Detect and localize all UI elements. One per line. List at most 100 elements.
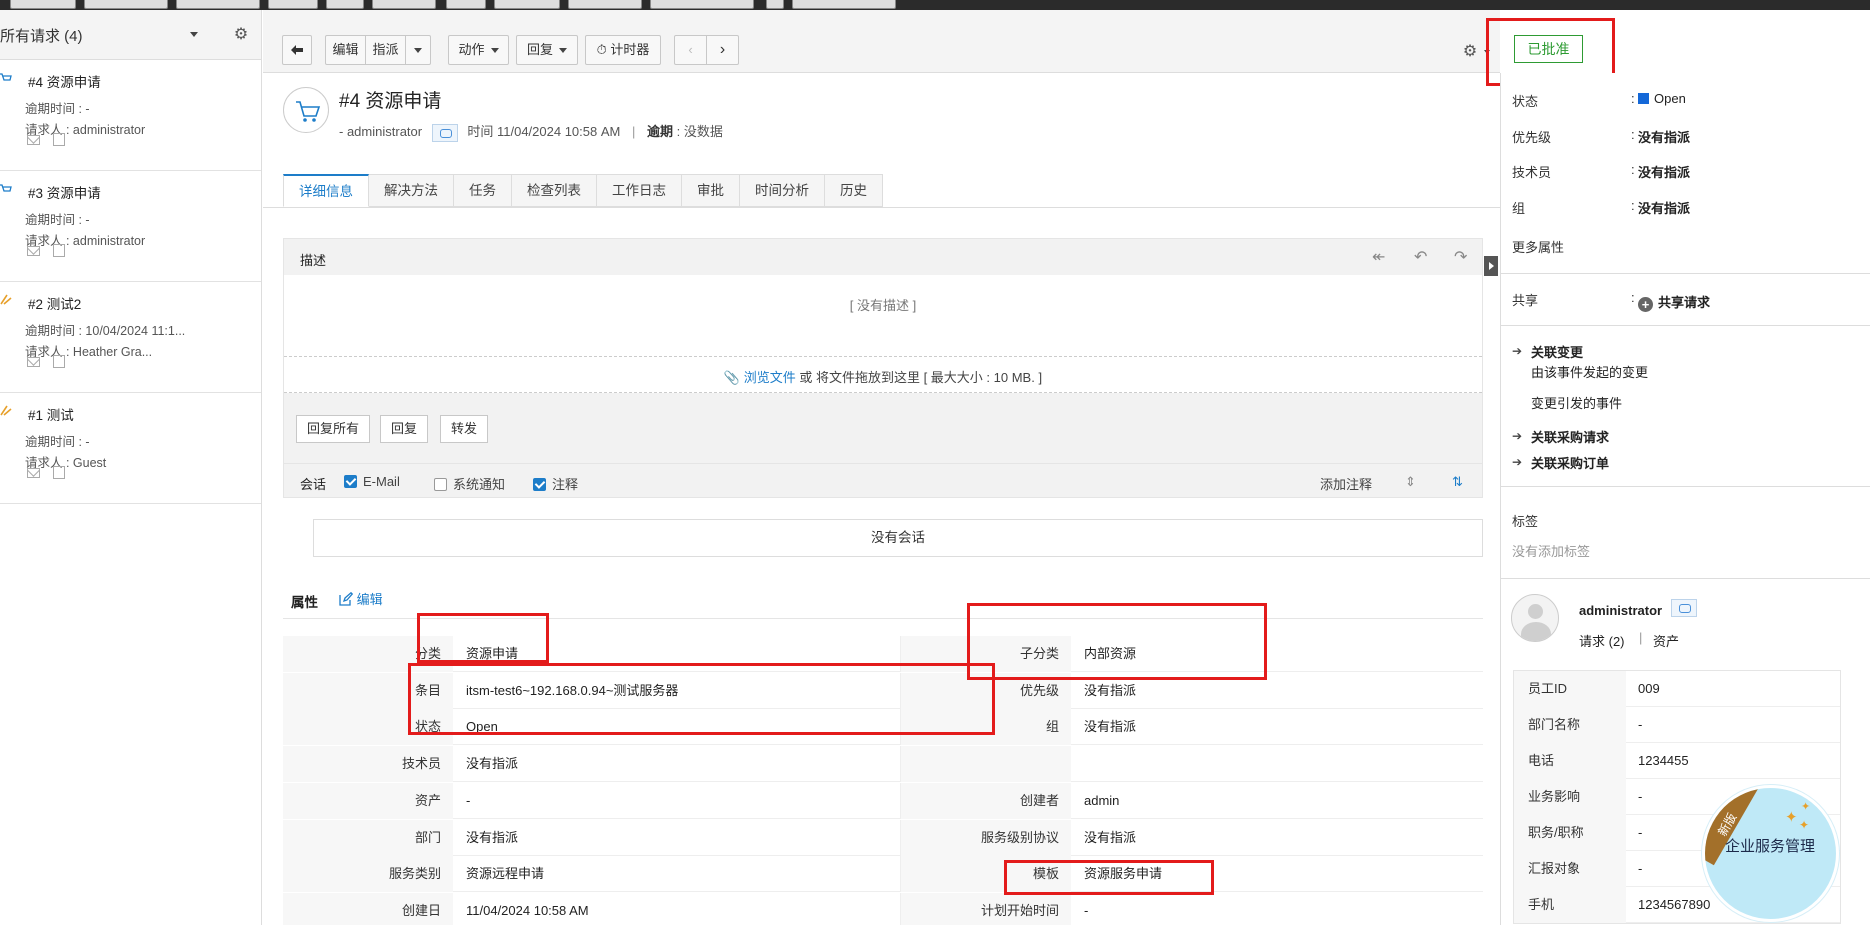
group-value[interactable]: 没有指派 [1638, 198, 1690, 217]
property-value[interactable]: 内部资源 [1084, 636, 1136, 672]
property-label: 服务级别协议 [901, 819, 1071, 856]
incident-from-change-link[interactable]: 变更引发的事件 [1531, 393, 1622, 412]
note-icon[interactable] [53, 133, 65, 146]
gear-icon[interactable]: ⚙ [233, 27, 249, 43]
attachment-dropzone[interactable]: 📎 浏览文件 或 将文件拖放到这里 [ 最大大小 : 10 MB. ] [284, 367, 1482, 386]
request-author[interactable]: administrator [347, 124, 422, 139]
request-list-title[interactable]: 所有请求 (4) [0, 25, 83, 46]
chat-icon[interactable] [431, 123, 458, 142]
property-value[interactable]: Open [466, 709, 498, 745]
browse-files-link[interactable]: 浏览文件 [744, 370, 796, 385]
mail-icon[interactable] [27, 468, 40, 478]
tab-checklist[interactable]: 检查列表 [512, 174, 597, 207]
mail-icon[interactable] [27, 246, 40, 256]
property-value[interactable]: 没有指派 [1084, 709, 1136, 745]
email-filter-checkbox[interactable]: E-Mail [344, 474, 400, 489]
edit-button[interactable]: 编辑 [325, 35, 366, 65]
property-value[interactable]: 没有指派 [466, 746, 518, 782]
chat-icon[interactable] [1671, 599, 1697, 617]
property-value[interactable]: 11/04/2024 10:58 AM [466, 893, 589, 925]
tab-approval[interactable]: 审批 [682, 174, 740, 207]
list-item[interactable]: #3 资源申请 逾期时间 : - 请求人 : administrator [0, 171, 261, 282]
note-filter-checkbox[interactable]: 注释 [533, 474, 578, 493]
assign-dropdown-button[interactable] [405, 35, 431, 65]
user-requests-link[interactable]: 请求 (2) [1579, 631, 1625, 650]
table-row: 电话 1234455 [1514, 743, 1840, 779]
linked-change-link[interactable]: 关联变更 [1531, 342, 1583, 361]
properties-edit-link[interactable]: 编辑 [339, 589, 383, 608]
mail-icon[interactable] [27, 357, 40, 367]
reply-button[interactable]: 回复 [380, 415, 429, 443]
system-notification-checkbox[interactable]: 系统通知 [434, 474, 505, 493]
user-assets-link[interactable]: 资产 [1653, 631, 1679, 650]
priority-value[interactable]: 没有指派 [1638, 127, 1690, 146]
action-label: 动作 [458, 42, 485, 57]
change-from-incident-link[interactable]: 由该事件发起的变更 [1531, 362, 1648, 381]
request-title[interactable]: #4 资源申请 [28, 71, 101, 91]
add-note-link[interactable]: 添加注释 [1320, 474, 1372, 493]
property-value[interactable]: - [466, 783, 470, 819]
action-menu-button[interactable]: 动作 [448, 35, 509, 65]
description-header: 描述 ↞ ↶ ↷ [284, 239, 1482, 275]
property-value[interactable]: - [1084, 893, 1088, 925]
tab-details[interactable]: 详细信息 [283, 174, 369, 207]
promo-badge[interactable]: 新版 ✦ ✦ ✦ 企业服务管理 [1702, 785, 1839, 922]
description-section: 描述 ↞ ↶ ↷ [ 没有描述 ] 📎 浏览文件 或 将文件拖放到这里 [ 最大… [283, 238, 1483, 471]
expand-collapse-icon[interactable]: ⇅ [1452, 474, 1463, 490]
property-label: 子分类 [901, 636, 1071, 672]
more-properties-link[interactable]: 更多属性 [1512, 237, 1564, 256]
panel-toggle-button[interactable] [1484, 256, 1498, 276]
status-value[interactable]: Open [1638, 91, 1686, 106]
request-title[interactable]: #2 测试2 [28, 293, 81, 313]
forward-icon[interactable]: ↷ [1454, 247, 1467, 267]
request-title[interactable]: #1 测试 [28, 404, 74, 424]
list-item[interactable]: #4 资源申请 逾期时间 : - 请求人 : administrator [0, 60, 261, 171]
property-value[interactable]: itsm-test6~192.168.0.94~测试服务器 [466, 673, 678, 709]
tab-worklog[interactable]: 工作日志 [597, 174, 682, 207]
linked-purchase-order-link[interactable]: 关联采购订单 [1531, 453, 1609, 472]
back-button[interactable] [282, 35, 312, 65]
property-value[interactable]: 资源申请 [466, 636, 518, 672]
conversation-label: 会话 [300, 477, 327, 492]
reply-all-icon[interactable]: ↞ [1372, 247, 1385, 267]
property-value[interactable]: 资源服务申请 [1084, 856, 1162, 892]
note-icon[interactable] [53, 244, 65, 257]
linked-purchase-request-link[interactable]: 关联采购请求 [1531, 427, 1609, 446]
timer-button[interactable]: ⏱ 计时器 [585, 35, 661, 65]
sort-icon[interactable]: ⇕ [1405, 474, 1416, 490]
request-title[interactable]: #3 资源申请 [28, 182, 101, 202]
tab-time-analysis[interactable]: 时间分析 [740, 174, 825, 207]
property-label: 条目 [283, 672, 453, 709]
property-value[interactable]: 没有指派 [1084, 820, 1136, 856]
property-label: 创建者 [901, 782, 1071, 819]
table-row: 技术员 没有指派 [283, 746, 1483, 783]
list-item[interactable]: #1 测试 逾期时间 : - 请求人 : Guest [0, 393, 261, 504]
prev-request-button[interactable]: ‹ [674, 35, 707, 65]
forward-button[interactable]: 转发 [440, 415, 489, 443]
property-value[interactable]: admin [1084, 783, 1119, 819]
gear-icon[interactable]: ⚙ [1462, 44, 1478, 60]
reply-icon[interactable]: ↶ [1414, 247, 1427, 267]
tab-history[interactable]: 历史 [825, 174, 883, 207]
note-icon[interactable] [53, 355, 65, 368]
share-request-button[interactable]: + 共享请求 [1638, 292, 1710, 312]
tab-tasks[interactable]: 任务 [454, 174, 512, 207]
list-item[interactable]: #2 测试2 逾期时间 : 10/04/2024 11:1... 请求人 : H… [0, 282, 261, 393]
chevron-down-icon[interactable] [190, 32, 198, 37]
technician-value[interactable]: 没有指派 [1638, 162, 1690, 181]
user-name[interactable]: administrator [1579, 603, 1662, 618]
property-value[interactable]: 没有指派 [466, 820, 518, 856]
request-toolbar: 编辑 指派 动作 回复 ⏱ 计时器 ‹ › [263, 10, 1500, 73]
arrow-left-icon [291, 45, 303, 55]
reply-all-button[interactable]: 回复所有 [296, 415, 371, 443]
checkbox-checked-icon [533, 478, 546, 491]
reply-menu-button[interactable]: 回复 [516, 35, 578, 65]
next-request-button[interactable]: › [706, 35, 739, 65]
mail-icon[interactable] [27, 135, 40, 145]
tab-resolution[interactable]: 解决方法 [369, 174, 454, 207]
property-value[interactable]: 资源远程申请 [466, 856, 544, 892]
cart-icon [0, 73, 12, 81]
note-icon[interactable] [53, 466, 65, 479]
property-value[interactable]: 没有指派 [1084, 673, 1136, 709]
assign-button[interactable]: 指派 [365, 35, 406, 65]
